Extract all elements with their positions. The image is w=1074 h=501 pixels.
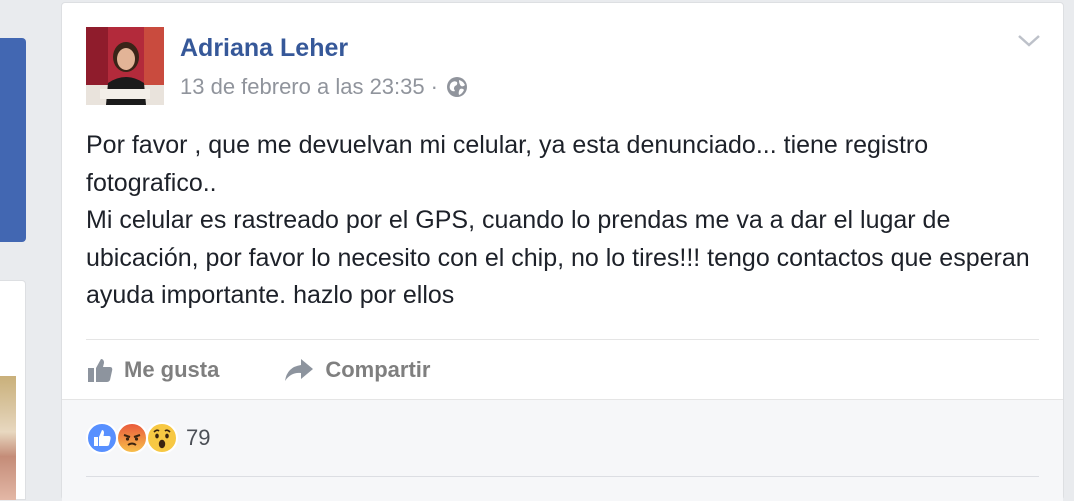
meta-separator: · [430, 74, 438, 99]
like-button[interactable]: Me gusta [86, 348, 219, 392]
avatar[interactable] [86, 27, 164, 105]
post-text: Por favor , que me devuelvan mi celular,… [86, 127, 1046, 315]
like-reaction-icon [86, 422, 118, 454]
post-card: Adriana Leher 13 de febrero a las 23:35 … [61, 2, 1064, 501]
actions-divider [86, 339, 1039, 340]
share-button[interactable]: Compartir [283, 348, 430, 392]
share-label: Compartir [325, 357, 431, 382]
comments-divider [86, 476, 1039, 477]
post-meta: 13 de febrero a las 23:35 · [180, 73, 468, 101]
thumbs-up-icon [88, 359, 113, 382]
wow-reaction-icon [146, 422, 178, 454]
reactions-summary[interactable]: 79 [86, 422, 210, 454]
share-arrow-icon [285, 359, 314, 381]
reaction-count: 79 [186, 425, 211, 450]
angry-reaction-icon [116, 422, 148, 454]
chevron-down-icon[interactable] [1017, 31, 1041, 51]
post-timestamp[interactable]: 13 de febrero a las 23:35 [180, 73, 425, 101]
reactions-section: 79 [62, 399, 1063, 501]
left-column-thumbnail[interactable] [0, 376, 16, 500]
post-text-paragraph: Por favor , que me devuelvan mi celular,… [86, 131, 929, 197]
author-name[interactable]: Adriana Leher [180, 33, 348, 63]
post-actions: Me gusta Compartir [86, 348, 430, 392]
globe-icon[interactable] [446, 76, 468, 98]
like-label: Me gusta [124, 357, 220, 382]
post-text-paragraph: Mi celular es rastreado por el GPS, cuan… [86, 206, 1030, 309]
left-column-panel [0, 38, 26, 242]
